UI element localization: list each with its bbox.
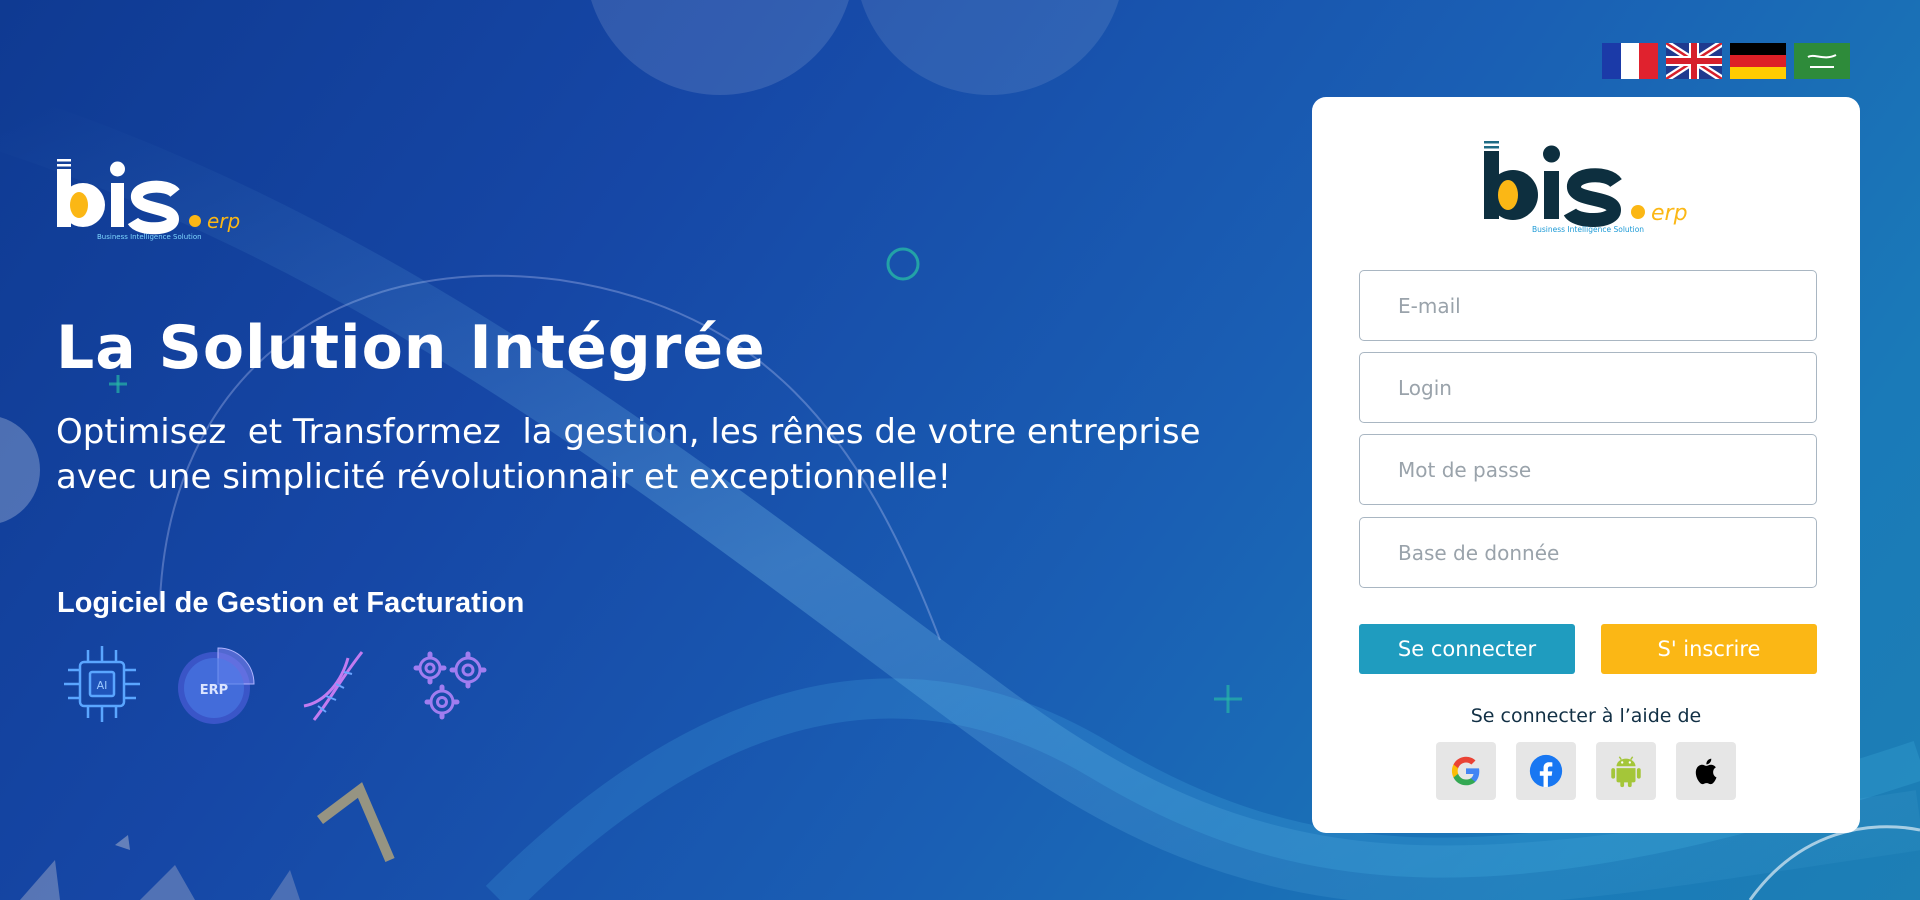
hero-caption: Logiciel de Gestion et Facturation xyxy=(57,587,525,619)
login-button[interactable]: Se connecter xyxy=(1359,624,1575,674)
erp-icon: ERP xyxy=(178,647,255,724)
flag-en-icon[interactable] xyxy=(1666,43,1722,79)
database-field[interactable] xyxy=(1359,517,1817,588)
card-brand-logo: erp Business Intelligence Solution xyxy=(1484,141,1688,234)
brand-logo: erp Business Intelligence Solution xyxy=(57,159,240,241)
erp-label: ERP xyxy=(200,683,228,698)
apple-login-button[interactable] xyxy=(1676,742,1736,800)
facebook-icon xyxy=(1529,754,1563,788)
dna-icon xyxy=(303,651,364,721)
flag-fr-icon[interactable] xyxy=(1602,43,1658,79)
apple-icon xyxy=(1695,758,1717,785)
google-icon xyxy=(1451,756,1480,786)
social-login-title: Se connecter à l’aide de xyxy=(1470,705,1702,727)
gears-icon xyxy=(413,651,487,720)
login-field[interactable] xyxy=(1359,352,1817,423)
logo-suffix: erp xyxy=(207,209,240,233)
hero-subtitle: Optimisez et Transformez la gestion, les… xyxy=(56,412,1201,497)
logo-tagline: Business Intelligence Solution xyxy=(97,233,202,241)
email-field[interactable] xyxy=(1359,270,1817,341)
card-logo-tagline: Business Intelligence Solution xyxy=(1532,225,1644,234)
flag-de-icon[interactable] xyxy=(1730,43,1786,79)
card-logo-suffix: erp xyxy=(1651,201,1688,226)
ai-chip-icon: AI xyxy=(64,646,140,722)
social-login-buttons xyxy=(1436,742,1736,800)
language-selector xyxy=(1602,43,1850,79)
google-login-button[interactable] xyxy=(1436,742,1496,800)
register-button[interactable]: S' inscrire xyxy=(1601,624,1817,674)
password-field[interactable] xyxy=(1359,434,1817,505)
login-card: erp Business Intelligence Solution Se co… xyxy=(1312,97,1860,833)
flag-ar-icon[interactable] xyxy=(1794,43,1850,79)
ai-label: AI xyxy=(97,679,108,692)
hero-title: La Solution Intégrée xyxy=(56,313,766,383)
feature-icons: AI ERP xyxy=(58,640,494,728)
android-icon xyxy=(1611,756,1641,788)
android-login-button[interactable] xyxy=(1596,742,1656,800)
facebook-login-button[interactable] xyxy=(1516,742,1576,800)
